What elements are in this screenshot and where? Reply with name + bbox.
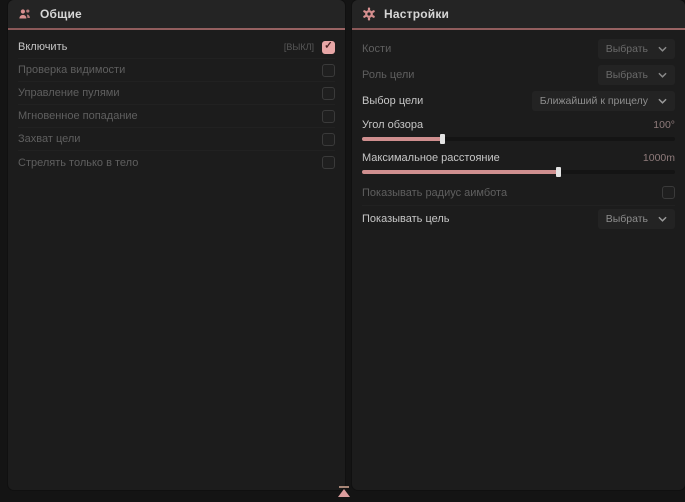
chevron-down-icon [658, 98, 667, 104]
fov-slider[interactable] [362, 137, 675, 141]
bones-dropdown[interactable]: Выбрать [598, 39, 675, 59]
checkbox-visibility-check[interactable] [322, 64, 335, 77]
cursor-bar [339, 486, 349, 488]
toggle-row-visibility-check[interactable]: Проверка видимости [18, 59, 335, 82]
setting-row-bones: Кости Выбрать [362, 36, 675, 62]
max-distance-slider[interactable] [362, 170, 675, 174]
toggle-label: Управление пулями [18, 87, 120, 99]
checkbox-target-lock[interactable] [322, 133, 335, 146]
toggle-label: Включить [18, 41, 67, 53]
fov-value: 100° [653, 119, 675, 131]
panel-settings-title: Настройки [384, 7, 449, 21]
setting-label: Максимальное расстояние [362, 152, 500, 164]
keybind-badge[interactable]: [ВЫКЛ] [284, 42, 314, 52]
setting-label: Кости [362, 43, 391, 55]
checkbox-enable[interactable]: ✓ [322, 41, 335, 54]
chevron-down-icon [658, 216, 667, 222]
toggle-row-show-aimbot-radius[interactable]: Показывать радиус аимбота [362, 180, 675, 206]
panel-settings: Настройки Кости Выбрать Роль цели Выбрат… [352, 0, 685, 490]
toggle-row-instant-hit[interactable]: Мгновенное попадание [18, 105, 335, 128]
chevron-down-icon [658, 46, 667, 52]
fov-slider-fill [362, 137, 443, 141]
checkbox-show-aimbot-radius[interactable] [662, 186, 675, 199]
dropdown-value: Выбрать [606, 69, 648, 81]
setting-row-show-target: Показывать цель Выбрать [362, 206, 675, 232]
toggle-row-enable[interactable]: Включить [ВЫКЛ] ✓ [18, 36, 335, 59]
panel-general-header[interactable]: Общие [8, 0, 345, 28]
dropdown-value: Ближайший к прицелу [540, 95, 648, 107]
up-arrow-cursor [338, 486, 350, 498]
setting-label: Угол обзора [362, 119, 423, 131]
users-icon [18, 7, 32, 21]
cursor-triangle [338, 489, 350, 497]
dropdown-value: Выбрать [606, 43, 648, 55]
setting-row-fov: Угол обзора 100° [362, 114, 675, 147]
mod-menu-screen: Общие Включить [ВЫКЛ] ✓ Проверка видимос… [0, 0, 685, 502]
setting-label: Роль цели [362, 69, 414, 81]
chevron-down-icon [658, 72, 667, 78]
fov-slider-handle[interactable] [440, 134, 445, 144]
panel-settings-header[interactable]: Настройки [352, 0, 685, 28]
toggle-row-bullet-control[interactable]: Управление пулями [18, 82, 335, 105]
check-icon: ✓ [324, 42, 332, 52]
toggle-label: Захват цели [18, 133, 80, 145]
dropdown-value: Выбрать [606, 213, 648, 225]
setting-row-target-role: Роль цели Выбрать [362, 62, 675, 88]
setting-row-target-selection: Выбор цели Ближайший к прицелу [362, 88, 675, 114]
checkbox-bullet-control[interactable] [322, 87, 335, 100]
max-distance-slider-fill [362, 170, 559, 174]
gear-icon [362, 7, 376, 21]
toggle-row-body-only[interactable]: Стрелять только в тело [18, 151, 335, 174]
setting-row-max-distance: Максимальное расстояние 1000m [362, 147, 675, 180]
setting-label: Выбор цели [362, 95, 423, 107]
show-target-dropdown[interactable]: Выбрать [598, 209, 675, 229]
target-selection-dropdown[interactable]: Ближайший к прицелу [532, 91, 675, 111]
panel-general: Общие Включить [ВЫКЛ] ✓ Проверка видимос… [8, 0, 345, 490]
max-distance-value: 1000m [643, 152, 675, 164]
toggle-label: Мгновенное попадание [18, 110, 138, 122]
toggle-label: Проверка видимости [18, 64, 125, 76]
setting-label: Показывать цель [362, 213, 450, 225]
toggle-row-target-lock[interactable]: Захват цели [18, 128, 335, 151]
checkbox-body-only[interactable] [322, 156, 335, 169]
panel-general-title: Общие [40, 7, 82, 21]
max-distance-slider-handle[interactable] [556, 167, 561, 177]
toggle-label: Показывать радиус аимбота [362, 187, 507, 199]
checkbox-instant-hit[interactable] [322, 110, 335, 123]
target-role-dropdown[interactable]: Выбрать [598, 65, 675, 85]
toggle-label: Стрелять только в тело [18, 157, 138, 169]
